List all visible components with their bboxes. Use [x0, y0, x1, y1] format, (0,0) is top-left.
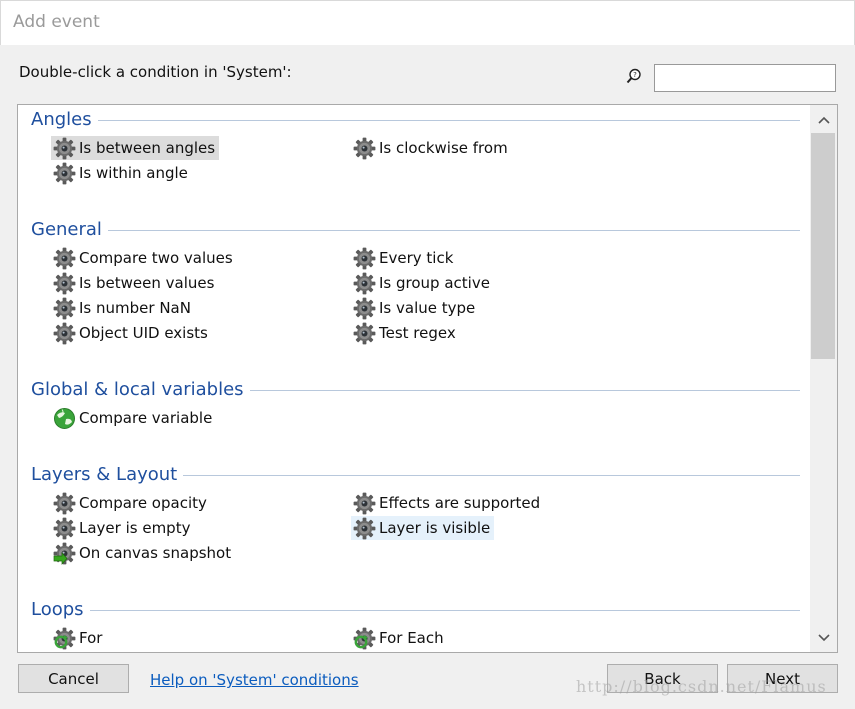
section-title: General	[31, 219, 108, 240]
condition-label: Every tick	[379, 249, 454, 267]
gear-icon	[351, 136, 377, 160]
condition-item[interactable]: Test regex	[351, 321, 456, 345]
section-0: Angles Is between angles Is clockwise from…	[18, 105, 810, 184]
gear-icon	[351, 516, 377, 540]
gear-icon	[351, 321, 377, 345]
condition-item[interactable]: Is between angles	[51, 136, 220, 160]
chevron-down-icon	[817, 634, 830, 642]
gear-icon	[51, 136, 77, 160]
condition-label: Test regex	[379, 324, 456, 342]
condition-item[interactable]: Object UID exists	[51, 321, 208, 345]
section-divider	[31, 120, 800, 121]
condition-item[interactable]: Compare opacity	[51, 491, 207, 515]
condition-item[interactable]: Is value type	[351, 296, 475, 320]
title-bar: Add event	[0, 0, 855, 45]
gear-loop-icon	[51, 626, 77, 650]
gear-icon	[351, 296, 377, 320]
chevron-up-icon	[817, 116, 830, 124]
vertical-scrollbar[interactable]	[810, 105, 837, 652]
condition-label: Compare variable	[79, 409, 213, 427]
condition-item[interactable]: Compare two values	[51, 246, 233, 270]
cancel-button[interactable]: Cancel	[18, 664, 129, 693]
back-button[interactable]: Back	[607, 664, 718, 693]
condition-label: Effects are supported	[379, 494, 541, 512]
section-title: Layers & Layout	[31, 464, 184, 485]
condition-item[interactable]: Is clockwise from	[351, 136, 508, 160]
svg-text:?: ?	[633, 71, 637, 79]
section-title: Loops	[31, 599, 90, 620]
gear-icon	[51, 516, 77, 540]
section-header: Loops	[18, 595, 810, 623]
instruction-label: Double-click a condition in 'System':	[19, 63, 292, 81]
condition-label: Compare two values	[79, 249, 233, 267]
condition-item[interactable]: Compare variable	[51, 406, 212, 430]
gear-icon	[51, 161, 77, 185]
condition-item[interactable]: For Each	[351, 626, 444, 650]
gear-icon	[51, 296, 77, 320]
scroll-down-button[interactable]	[810, 626, 837, 650]
condition-label: Is between values	[79, 274, 215, 292]
condition-label: Object UID exists	[79, 324, 208, 342]
condition-item[interactable]: Is number NaN	[51, 296, 191, 320]
condition-label: Layer is visible	[379, 519, 491, 537]
condition-item[interactable]: Is within angle	[51, 161, 188, 185]
condition-label: Is number NaN	[79, 299, 191, 317]
scroll-thumb[interactable]	[811, 133, 835, 359]
gear-trigger-icon	[51, 541, 77, 565]
next-button[interactable]: Next	[727, 664, 838, 693]
gear-icon	[51, 321, 77, 345]
condition-label: On canvas snapshot	[79, 544, 232, 562]
condition-item[interactable]: Layer is empty	[51, 516, 190, 540]
condition-item[interactable]: Is group active	[351, 271, 490, 295]
gear-icon	[51, 246, 77, 270]
section-2: Global & local variables Compare variable	[18, 375, 810, 429]
section-header: Layers & Layout	[18, 460, 810, 488]
section-header: Angles	[18, 105, 810, 133]
globe-icon	[51, 406, 77, 430]
window-title: Add event	[13, 12, 100, 32]
gear-icon	[351, 271, 377, 295]
section-4: Loops For For Each	[18, 595, 810, 649]
section-divider	[31, 610, 800, 611]
condition-item[interactable]: Effects are supported	[351, 491, 540, 515]
section-divider	[31, 230, 800, 231]
gear-icon	[351, 246, 377, 270]
scroll-up-button[interactable]	[810, 108, 837, 132]
condition-label: Is group active	[379, 274, 490, 292]
condition-item[interactable]: On canvas snapshot	[51, 541, 231, 565]
gear-icon	[51, 491, 77, 515]
condition-item[interactable]: Layer is visible	[351, 516, 495, 540]
section-1: General Compare two values Every tick Is be…	[18, 215, 810, 344]
gear-loop-icon	[351, 626, 377, 650]
condition-item[interactable]: Is between values	[51, 271, 214, 295]
condition-label: Compare opacity	[79, 494, 207, 512]
section-header: General	[18, 215, 810, 243]
gear-icon	[51, 271, 77, 295]
section-title: Global & local variables	[31, 379, 250, 400]
condition-label: Is value type	[379, 299, 476, 317]
section-header: Global & local variables	[18, 375, 810, 403]
condition-item[interactable]: Every tick	[351, 246, 453, 270]
condition-label: For Each	[379, 629, 444, 647]
condition-label: For	[79, 629, 103, 647]
condition-item[interactable]: For	[51, 626, 102, 650]
conditions-list-content: Angles Is between angles Is clockwise from…	[18, 105, 810, 652]
search-input[interactable]	[654, 64, 836, 92]
section-3: Layers & Layout Compare opacity Effects ar…	[18, 460, 810, 565]
condition-label: Is between angles	[79, 139, 216, 157]
conditions-list: Angles Is between angles Is clockwise from…	[17, 104, 838, 653]
condition-label: Is clockwise from	[379, 139, 508, 157]
search-help-icon[interactable]: ?	[626, 68, 642, 84]
condition-label: Layer is empty	[79, 519, 191, 537]
condition-label: Is within angle	[79, 164, 188, 182]
section-title: Angles	[31, 109, 98, 130]
help-link[interactable]: Help on 'System' conditions	[150, 671, 359, 689]
gear-icon	[351, 491, 377, 515]
